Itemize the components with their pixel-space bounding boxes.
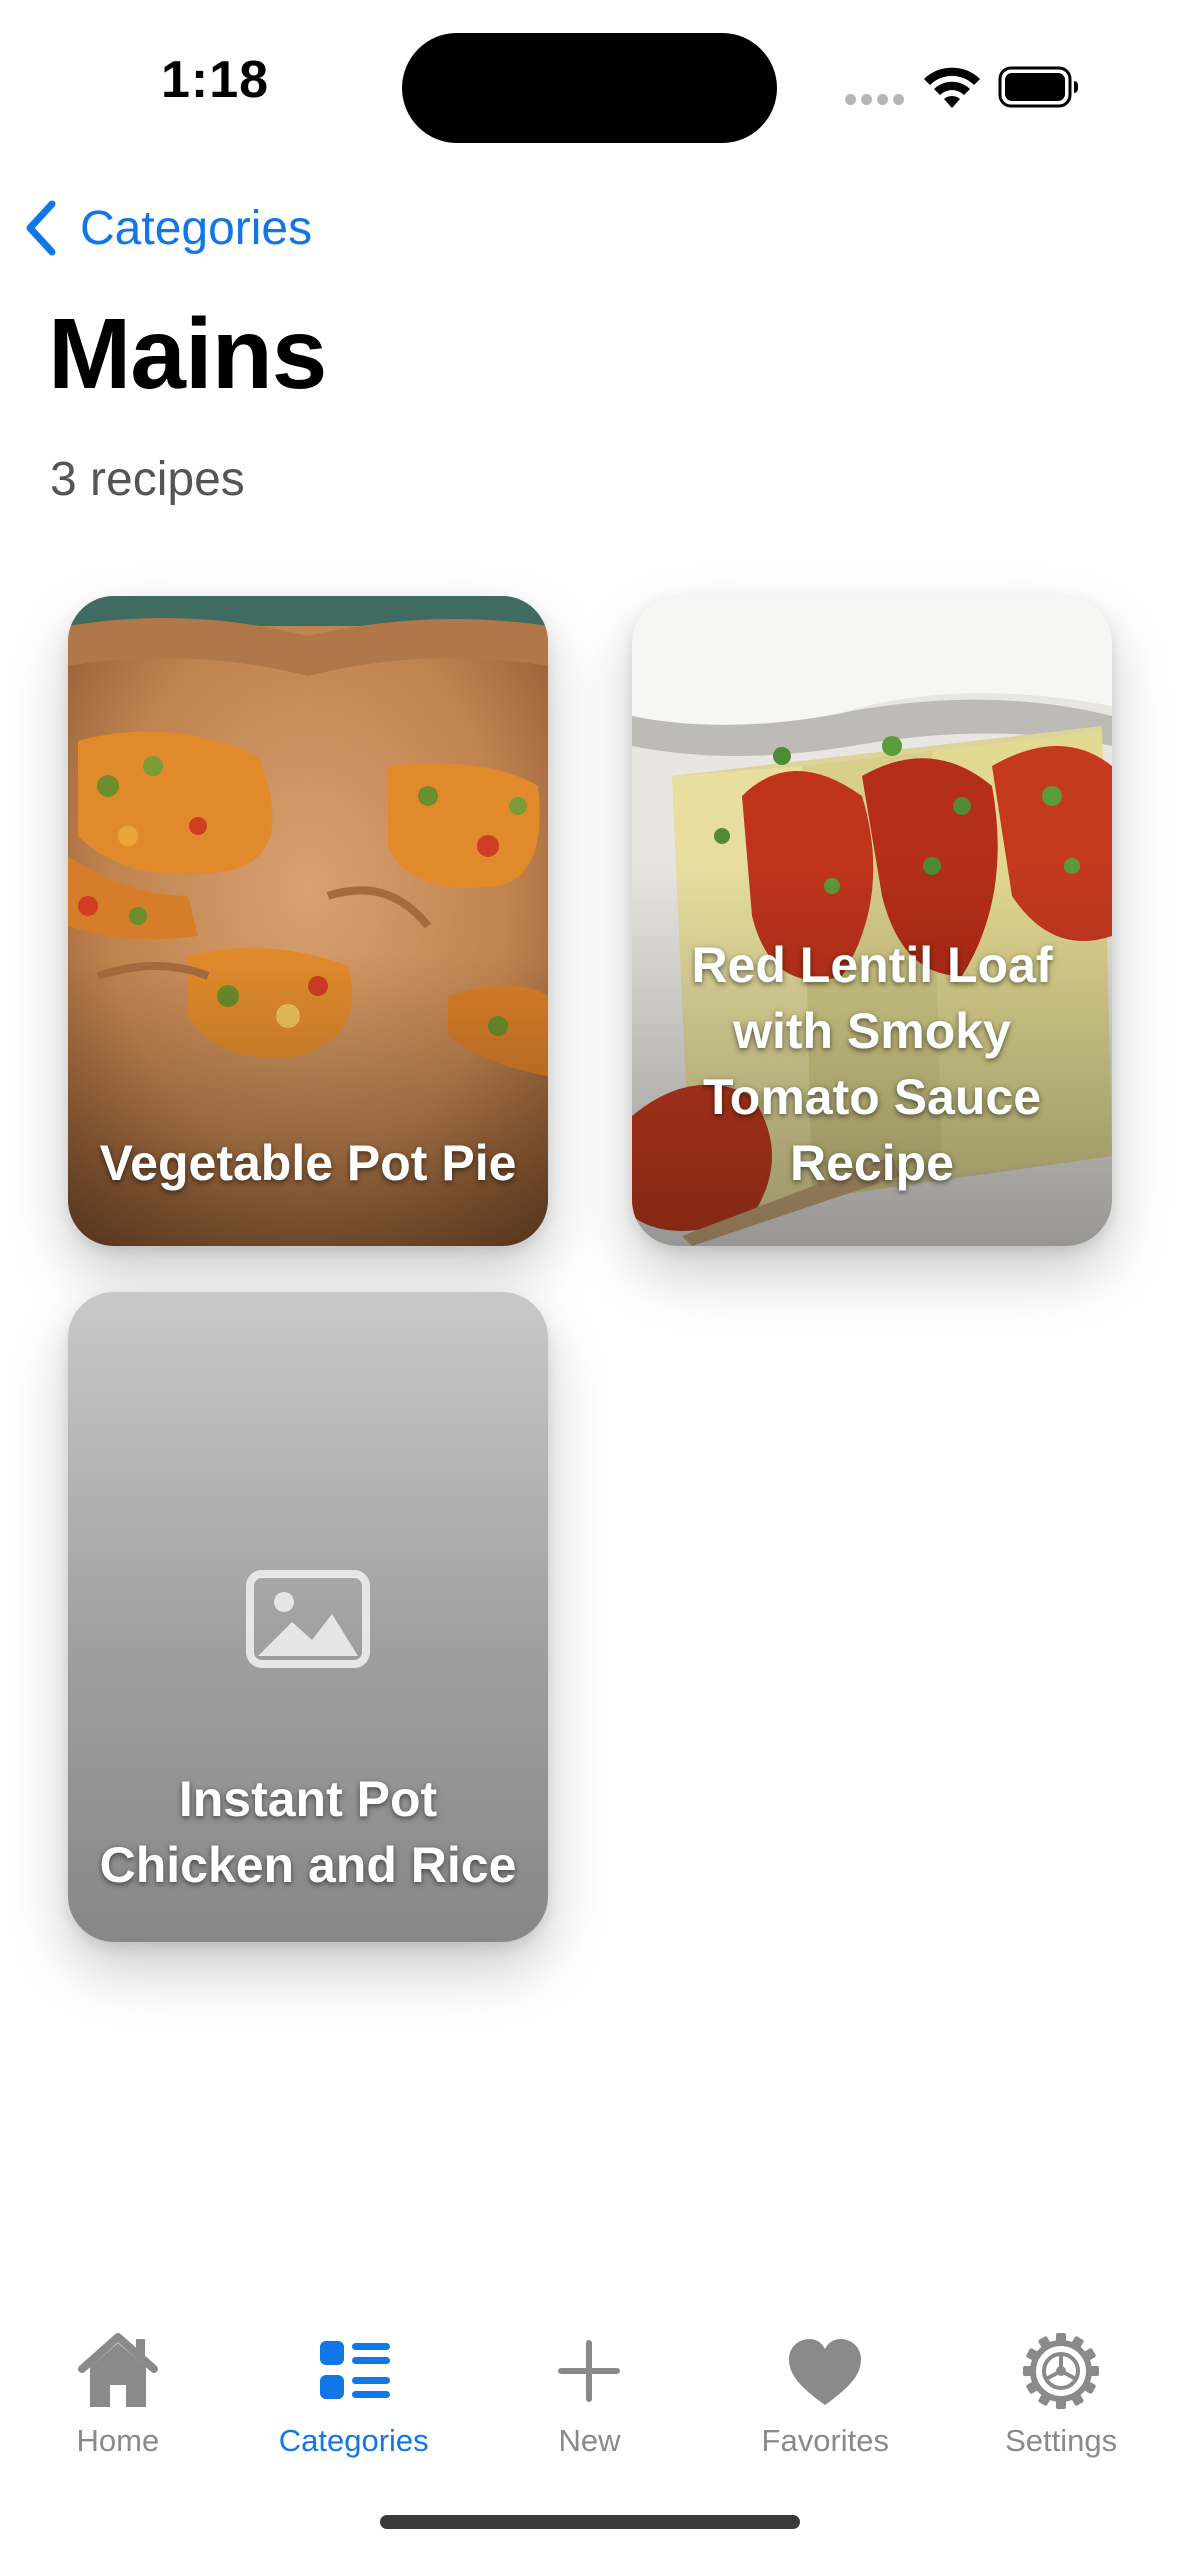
tab-settings[interactable]: Settings xyxy=(943,2295,1179,2475)
tab-bar: Home Categories New Favorites Settings xyxy=(0,2295,1179,2475)
recipe-card[interactable]: Vegetable Pot Pie xyxy=(68,596,548,1246)
recipe-title: Instant Pot Chicken and Rice xyxy=(99,1771,517,1893)
chevron-left-icon xyxy=(26,200,56,256)
recipe-count: 3 recipes xyxy=(50,453,245,506)
list-icon xyxy=(319,2341,390,2399)
tab-label: New xyxy=(558,2423,621,2458)
dynamic-island xyxy=(402,33,777,143)
heart-icon xyxy=(789,2339,862,2405)
back-button[interactable]: Categories xyxy=(22,196,312,260)
status-time: 1:18 xyxy=(160,51,270,109)
page-title: Mains xyxy=(48,298,327,410)
tab-label: Home xyxy=(76,2423,160,2458)
recipe-title: Red Lentil Loaf with Smoky Tomato Sauce … xyxy=(691,937,1053,1191)
tab-categories[interactable]: Categories xyxy=(236,2295,472,2475)
back-button-label: Categories xyxy=(80,201,313,255)
gear-icon xyxy=(1023,2333,1100,2409)
tab-label: Favorites xyxy=(761,2423,890,2458)
battery-icon xyxy=(998,66,1078,108)
photo-placeholder-icon xyxy=(246,1570,370,1668)
recipe-card[interactable]: Red Lentil Loaf with Smoky Tomato Sauce … xyxy=(632,596,1112,1246)
tab-label: Settings xyxy=(1005,2423,1118,2458)
tab-home[interactable]: Home xyxy=(0,2295,236,2475)
recipe-title: Vegetable Pot Pie xyxy=(99,1135,517,1191)
status-bar: 1:18 xyxy=(0,0,1179,170)
house-icon xyxy=(77,2333,158,2407)
recipe-card[interactable]: Instant Pot Chicken and Rice xyxy=(68,1292,548,1942)
home-indicator[interactable] xyxy=(380,2515,800,2529)
cellular-signal-icon xyxy=(845,94,905,108)
wifi-icon xyxy=(924,67,980,108)
tab-new[interactable]: New xyxy=(472,2295,708,2475)
tab-favorites[interactable]: Favorites xyxy=(707,2295,943,2475)
tab-label: Categories xyxy=(278,2423,429,2458)
plus-icon xyxy=(558,2340,621,2402)
